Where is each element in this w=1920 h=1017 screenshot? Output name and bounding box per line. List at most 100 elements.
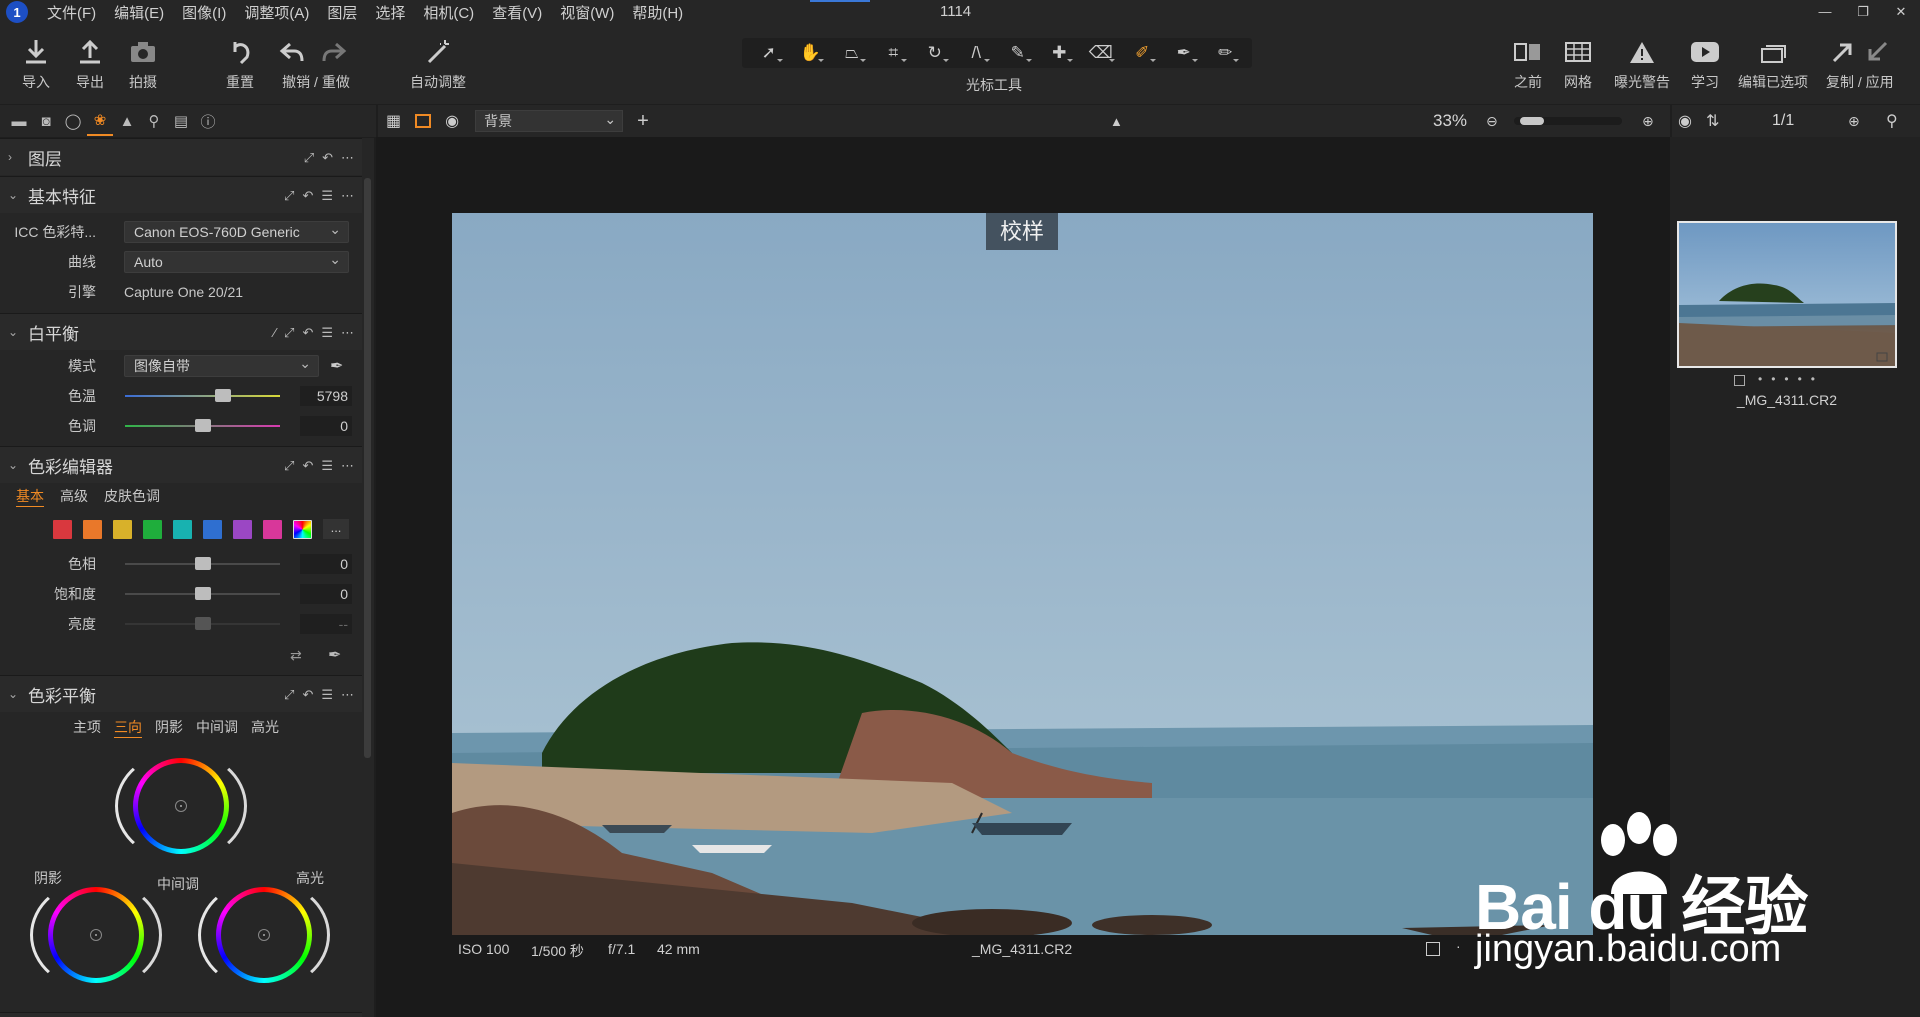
proof-eye-icon[interactable]: ◉	[445, 111, 459, 131]
learn-button[interactable]: 学习	[1689, 34, 1721, 92]
presets-icon[interactable]: ☰	[321, 188, 333, 204]
menu-adjustments[interactable]: 调整项(A)	[235, 2, 318, 23]
color-circles-icon[interactable]: ❀	[87, 106, 113, 136]
swatch-all-colors-icon[interactable]	[293, 519, 312, 539]
ce-hue-knob[interactable]	[195, 557, 211, 570]
main-photo[interactable]	[452, 213, 1593, 935]
tab-3-way[interactable]: 三向	[114, 717, 142, 738]
basic-tool-header[interactable]: ⌄ 基本特征 ⤢ ↶ ☰ ⋯	[0, 176, 362, 213]
color-balance-tool-header[interactable]: ⌄ 色彩平衡 ⤢ ↶ ☰ ⋯	[0, 675, 362, 712]
menu-camera[interactable]: 相机(C)	[414, 2, 483, 23]
tab-shadow[interactable]: 阴影	[155, 717, 183, 737]
swatch-yellow[interactable]	[113, 519, 132, 539]
brush-icon[interactable]: ✐	[1125, 40, 1159, 66]
tab-basic[interactable]: 基本	[16, 486, 44, 507]
icc-profile-select[interactable]: Canon EOS-760D Generic	[124, 219, 349, 243]
tab-master[interactable]: 主项	[73, 717, 101, 737]
swatch-cyan[interactable]	[173, 519, 192, 539]
expand-icon[interactable]: ⤢	[284, 325, 294, 341]
color-editor-tool-header[interactable]: ⌄ 色彩编辑器 ⤢ ↶ ☰ ⋯	[0, 446, 362, 483]
single-view-icon[interactable]	[415, 114, 432, 128]
ce-sat-value[interactable]: 0	[300, 584, 352, 604]
exposure-warning-button[interactable]: 曝光警告	[1614, 34, 1670, 92]
capture-camera-icon[interactable]: ◙	[33, 106, 59, 136]
adjustments-clipboard-icon[interactable]: ▤	[168, 106, 194, 136]
highlight-lightness-arc[interactable]	[198, 879, 330, 991]
sort-arrows-icon[interactable]: ⇅	[1706, 111, 1719, 131]
presets-icon[interactable]: ☰	[321, 458, 333, 474]
metadata-info-icon[interactable]: ⓘ	[195, 106, 221, 136]
spot-removal-icon[interactable]: ✎	[1001, 40, 1035, 66]
menu-file[interactable]: 文件(F)	[38, 2, 105, 23]
swatch-blue[interactable]	[203, 519, 222, 539]
browser-zoom-icon[interactable]: ⊕	[1848, 113, 1860, 130]
library-folder-icon[interactable]: ▬	[6, 106, 32, 136]
panel-scrollbar[interactable]	[364, 178, 371, 758]
layer-select[interactable]: 背景 ⌄	[475, 110, 624, 132]
zoom-in-icon[interactable]: ⊕	[1642, 113, 1654, 130]
reset-tool-icon[interactable]: ↶	[302, 325, 313, 341]
grid-view-icon[interactable]: ▦	[386, 111, 401, 131]
zoom-out-icon[interactable]: ⊖	[1486, 113, 1498, 130]
tab-highlight[interactable]: 高光	[251, 717, 279, 737]
wb-temp-knob[interactable]	[214, 389, 231, 402]
menu-help[interactable]: 帮助(H)	[623, 2, 692, 23]
black-white-tool-header[interactable]: ⌄ 黑白 ⤢↶☰⋯	[0, 1012, 362, 1017]
grid-button[interactable]: 网格	[1564, 34, 1592, 92]
ce-hue-value[interactable]: 0	[300, 554, 352, 574]
more-icon[interactable]: ⋯	[341, 687, 354, 703]
auto-wand-icon[interactable]: ⁄	[274, 325, 276, 340]
details-magnifier-icon[interactable]: ⚲	[141, 106, 167, 136]
gradient-mask-icon[interactable]: ✒	[1167, 40, 1201, 66]
ce-sat-slider[interactable]	[125, 587, 280, 600]
export-button[interactable]: 导出	[76, 34, 104, 92]
layers-tool-header[interactable]: › 图层 ⤢ ↶ ⋯	[0, 138, 362, 175]
swatch-more-button[interactable]: ...	[323, 519, 349, 539]
crop-icon[interactable]: ⌗	[876, 40, 910, 66]
swatch-green[interactable]	[143, 519, 162, 539]
expand-icon[interactable]: ⤢	[304, 150, 314, 166]
wb-tint-knob[interactable]	[194, 419, 211, 432]
tab-midtone[interactable]: 中间调	[196, 717, 238, 737]
reset-tool-icon[interactable]: ↶	[322, 150, 333, 166]
auto-adjust-button[interactable]: 自动调整	[410, 34, 466, 92]
wb-tint-slider[interactable]	[125, 419, 280, 432]
menu-layers[interactable]: 图层	[318, 2, 366, 23]
capture-button[interactable]: 拍摄	[129, 34, 157, 92]
presets-icon[interactable]: ☰	[321, 325, 333, 341]
lens-icon[interactable]: /\	[959, 40, 993, 66]
more-icon[interactable]: ⋯	[341, 325, 354, 341]
tab-advanced[interactable]: 高级	[60, 486, 88, 506]
add-layer-icon[interactable]: +	[637, 110, 649, 133]
zoom-slider[interactable]	[1514, 117, 1622, 125]
swatch-magenta[interactable]	[263, 519, 282, 539]
ce-sat-knob[interactable]	[195, 587, 211, 600]
undo-redo-button[interactable]: 撤销 / 重做	[276, 34, 356, 92]
thumbnail-select-checkbox[interactable]	[1734, 375, 1745, 386]
eraser-icon[interactable]: ⌫	[1084, 40, 1118, 66]
swatch-purple[interactable]	[233, 519, 252, 539]
expand-icon[interactable]: ⤢	[284, 188, 294, 204]
more-icon[interactable]: ⋯	[341, 458, 354, 474]
wb-mode-select[interactable]: 图像自带	[124, 353, 319, 377]
menu-view[interactable]: 查看(V)	[483, 2, 551, 23]
reset-tool-icon[interactable]: ↶	[302, 458, 313, 474]
rotate-icon[interactable]: ↻	[918, 40, 952, 66]
menu-edit[interactable]: 编辑(E)	[105, 2, 173, 23]
keystone-icon[interactable]: ⏢	[835, 40, 869, 66]
annotate-icon[interactable]: ✏	[1208, 40, 1242, 66]
thumbnail-rating-dots[interactable]: •••••	[1758, 372, 1824, 386]
rating-dot[interactable]: ·	[1456, 938, 1461, 954]
wb-temp-slider[interactable]	[125, 389, 280, 402]
invert-arrows-icon[interactable]: ⇄	[290, 647, 302, 664]
reset-button[interactable]: 重置	[226, 34, 254, 92]
select-checkbox[interactable]	[1426, 942, 1440, 956]
lens-circle-icon[interactable]: ◯	[60, 106, 86, 136]
zoom-slider-knob[interactable]	[1520, 117, 1544, 125]
ce-hue-slider[interactable]	[125, 557, 280, 570]
heal-icon[interactable]: ✚	[1042, 40, 1076, 66]
wb-temp-value[interactable]: 5798	[300, 386, 352, 406]
search-icon[interactable]: ⚲	[1886, 111, 1898, 131]
menu-select[interactable]: 选择	[366, 2, 414, 23]
wb-picker-icon[interactable]: ✒	[330, 356, 343, 376]
